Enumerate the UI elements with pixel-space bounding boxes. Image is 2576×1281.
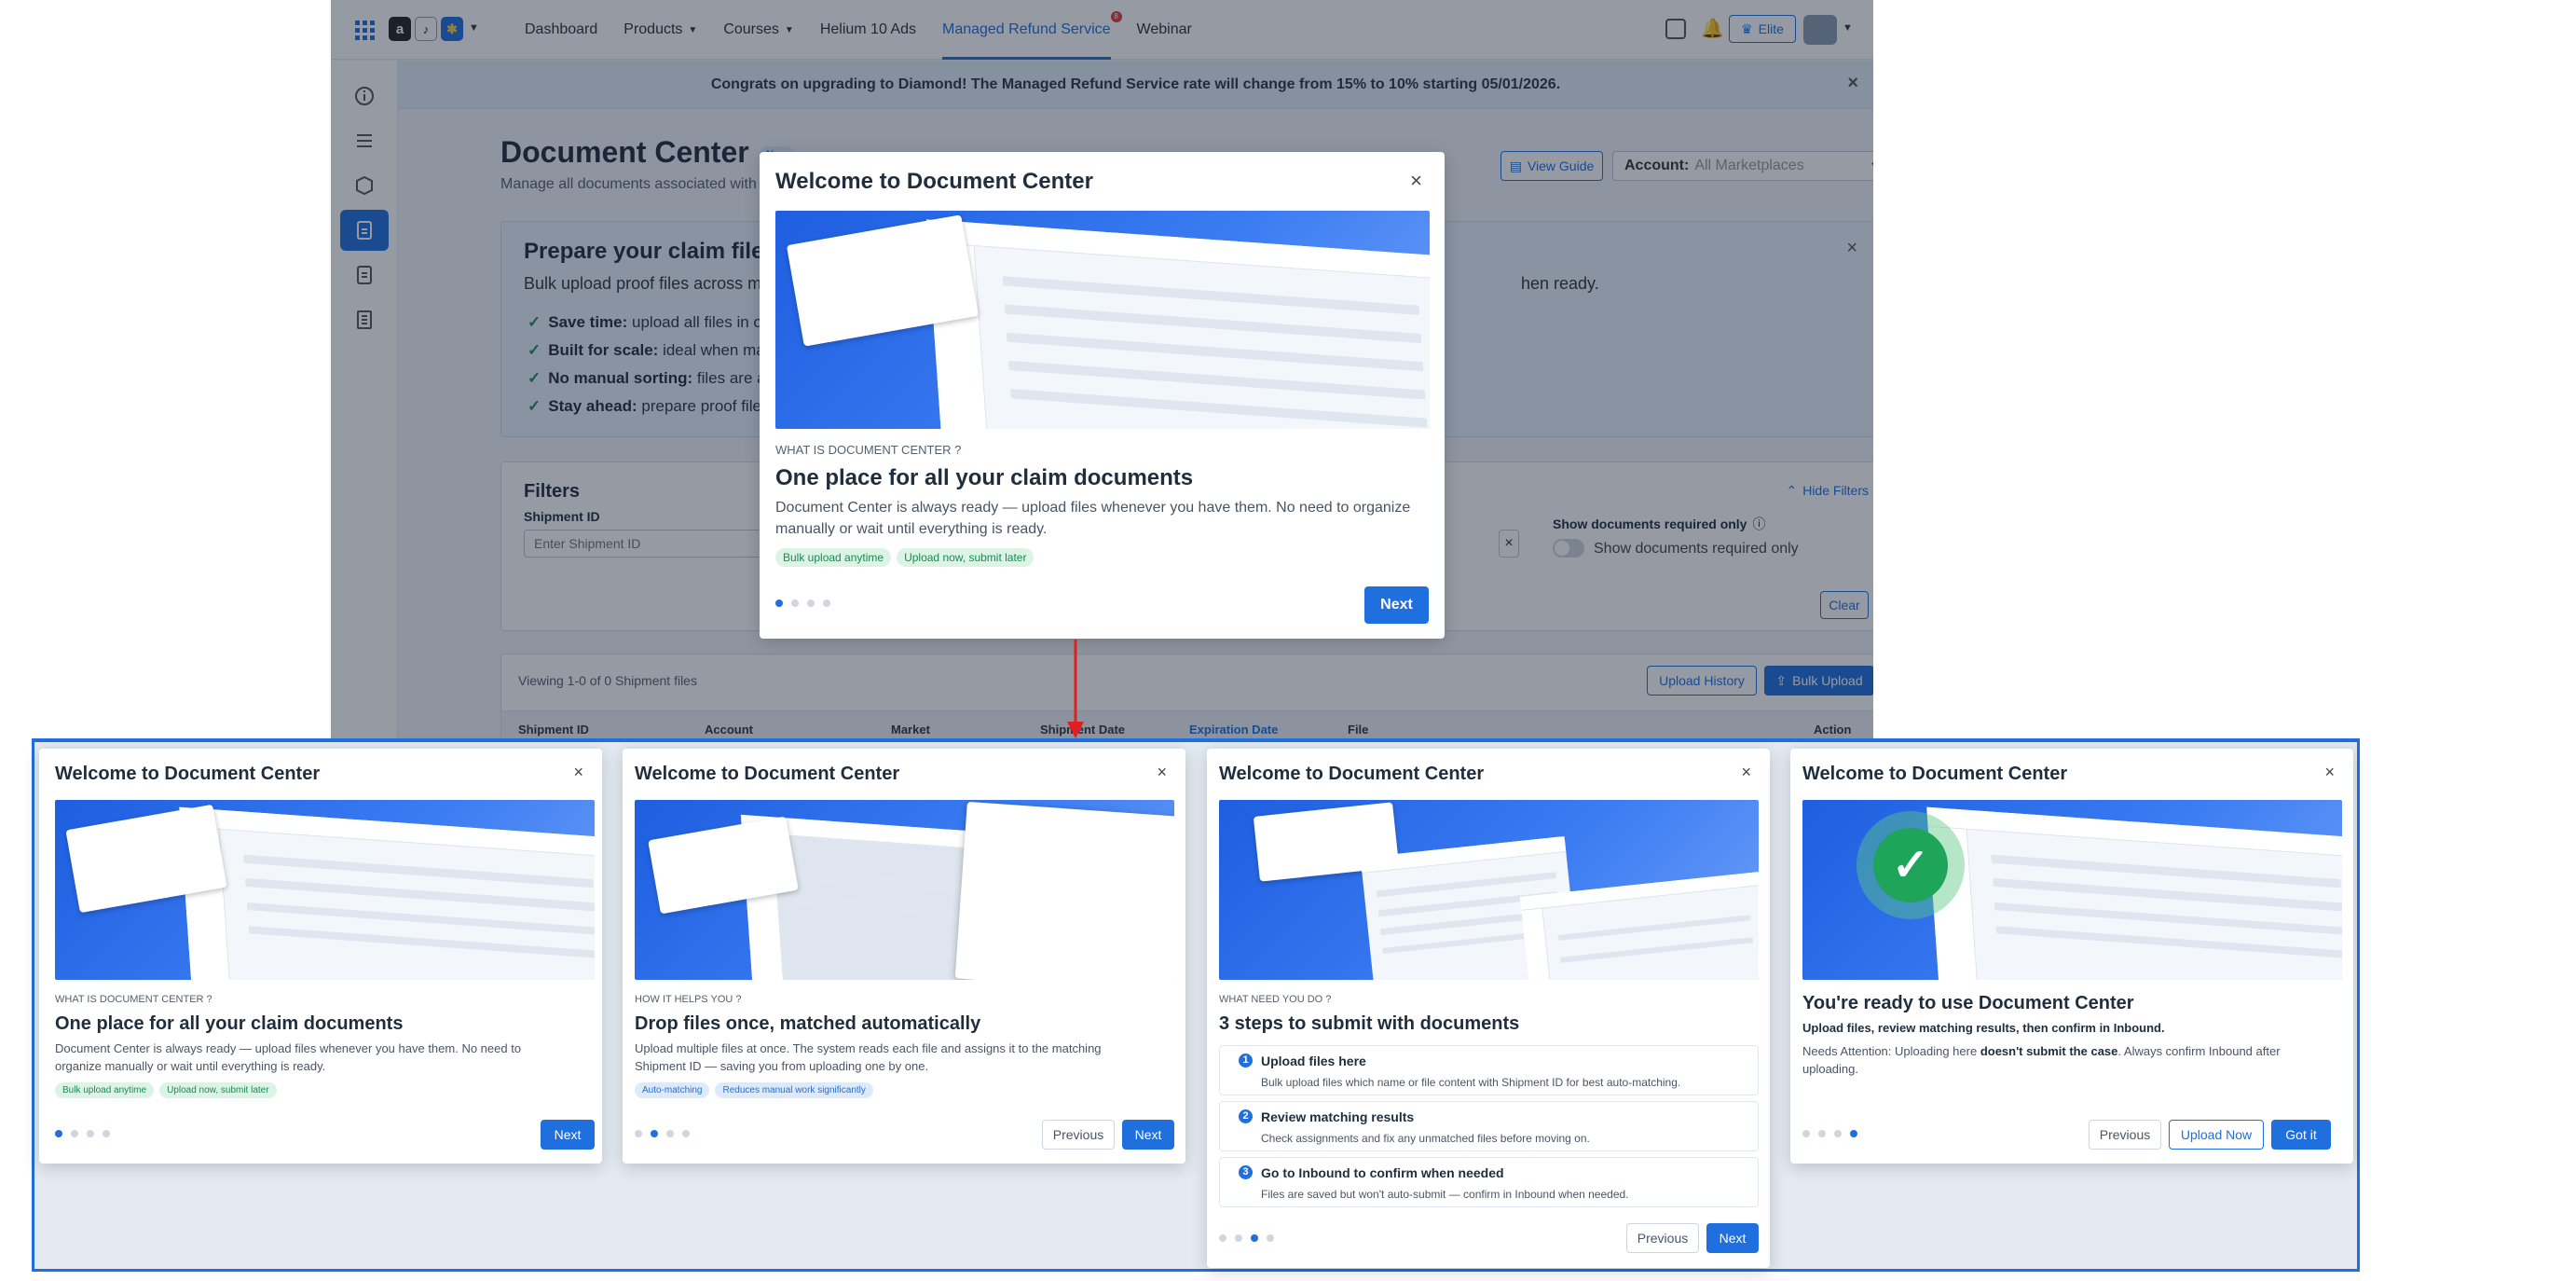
attention-text: Needs Attention: Uploading here xyxy=(1802,1044,1980,1058)
step-desc: Bulk upload files which name or file con… xyxy=(1261,1076,1681,1089)
modal-title: Welcome to Document Center xyxy=(775,169,1093,194)
welcome-modal-step-4: Welcome to Document Center × ✓ You're re… xyxy=(1790,749,2353,1164)
modal-heading: 3 steps to submit with documents xyxy=(1219,1013,1520,1034)
modal-chips: Auto-matching Reduces manual work signifi… xyxy=(635,1082,879,1098)
step-number: 3 xyxy=(1239,1165,1253,1179)
page-dot[interactable] xyxy=(1235,1234,1242,1242)
close-icon[interactable]: × xyxy=(2324,764,2335,780)
page-dot[interactable] xyxy=(55,1130,62,1137)
pagination-dots xyxy=(1219,1234,1282,1242)
modal-title: Welcome to Document Center xyxy=(55,764,321,784)
page-dot[interactable] xyxy=(635,1130,642,1137)
welcome-modal-step-3: Welcome to Document Center × WHAT NEED Y… xyxy=(1207,749,1770,1268)
page-dot[interactable] xyxy=(1850,1130,1857,1137)
page-dot[interactable] xyxy=(87,1130,94,1137)
previous-button[interactable]: Previous xyxy=(2089,1120,2161,1150)
step-desc: Files are saved but won't auto-submit — … xyxy=(1261,1188,1629,1201)
red-arrow-icon xyxy=(1067,640,1084,738)
modal-eyebrow: WHAT IS DOCUMENT CENTER ? xyxy=(775,443,962,457)
page-dot[interactable] xyxy=(775,599,783,607)
step-item: 2 Review matching results Check assignme… xyxy=(1219,1101,1759,1151)
next-button[interactable]: Next xyxy=(1706,1223,1759,1253)
pagination-dots xyxy=(775,599,839,607)
welcome-modal: Welcome to Document Center × WHAT IS DOC… xyxy=(760,152,1445,639)
page-dot[interactable] xyxy=(666,1130,674,1137)
modal-title: Welcome to Document Center xyxy=(1219,764,1485,784)
page-dot[interactable] xyxy=(1267,1234,1274,1242)
page-dot[interactable] xyxy=(1219,1234,1226,1242)
modal-heading: You're ready to use Document Center xyxy=(1802,993,2134,1013)
step-title: Upload files here xyxy=(1261,1054,1366,1068)
pagination-dots xyxy=(635,1130,698,1137)
modal-eyebrow: WHAT NEED YOU DO ? xyxy=(1219,994,1332,1005)
chip-upload-later: Upload now, submit later xyxy=(159,1082,277,1098)
step-desc: Check assignments and fix any unmatched … xyxy=(1261,1132,1590,1145)
modal-title: Welcome to Document Center xyxy=(1802,764,2068,784)
pagination-dots xyxy=(55,1130,118,1137)
pagination-dots xyxy=(1802,1130,1866,1137)
three-steps-illustration xyxy=(1219,800,1759,980)
page-dot[interactable] xyxy=(823,599,830,607)
illustration-screen xyxy=(179,806,595,980)
document-center-illustration xyxy=(55,800,595,980)
page-dot[interactable] xyxy=(1818,1130,1826,1137)
modal-heading: Drop files once, matched automatically xyxy=(635,1013,981,1034)
modal-heading: One place for all your claim documents xyxy=(55,1013,404,1034)
attention-bold: doesn't submit the case xyxy=(1980,1044,2118,1058)
chip-upload-later: Upload now, submit later xyxy=(897,548,1035,567)
modal-body: Needs Attention: Uploading here doesn't … xyxy=(1802,1043,2306,1079)
page-dot[interactable] xyxy=(1834,1130,1842,1137)
modal-chips: Bulk upload anytime Upload now, submit la… xyxy=(55,1082,282,1098)
page-dot[interactable] xyxy=(1251,1234,1258,1242)
walkthrough-steps-strip: Welcome to Document Center × WHAT IS DOC… xyxy=(32,738,2360,1272)
next-button[interactable]: Next xyxy=(1364,586,1429,624)
previous-button[interactable]: Previous xyxy=(1626,1223,1699,1253)
drop-files-illustration xyxy=(635,800,1174,980)
modal-title: Welcome to Document Center xyxy=(635,764,900,784)
modal-eyebrow: HOW IT HELPS YOU ? xyxy=(635,994,742,1005)
page-dot[interactable] xyxy=(682,1130,690,1137)
illustration-screen xyxy=(925,219,1430,429)
success-check-icon: ✓ xyxy=(1857,811,1965,919)
close-icon[interactable]: × xyxy=(1410,171,1422,191)
modal-heading: One place for all your claim documents xyxy=(775,465,1194,490)
modal-body: Document Center is always ready — upload… xyxy=(55,1041,522,1073)
previous-button[interactable]: Previous xyxy=(1042,1120,1115,1150)
chip-bulk-upload: Bulk upload anytime xyxy=(775,548,892,567)
close-icon[interactable]: × xyxy=(573,764,583,780)
step-item: 1 Upload files here Bulk upload files wh… xyxy=(1219,1045,1759,1095)
document-center-illustration xyxy=(775,211,1430,429)
welcome-modal-step-1: Welcome to Document Center × WHAT IS DOC… xyxy=(39,749,602,1164)
chip-bulk-upload: Bulk upload anytime xyxy=(55,1082,155,1098)
modal-bold-line: Upload files, review matching results, t… xyxy=(1802,1021,2165,1035)
ready-illustration: ✓ xyxy=(1802,800,2342,980)
page-dot[interactable] xyxy=(103,1130,110,1137)
upload-now-button[interactable]: Upload Now xyxy=(2169,1120,2264,1150)
close-icon[interactable]: × xyxy=(1157,764,1167,780)
step-item: 3 Go to Inbound to confirm when needed F… xyxy=(1219,1157,1759,1207)
next-button[interactable]: Next xyxy=(1122,1120,1174,1150)
page-dot[interactable] xyxy=(807,599,815,607)
modal-body: Upload multiple files at once. The syste… xyxy=(635,1041,1102,1073)
page-dot[interactable] xyxy=(71,1130,78,1137)
page-dot[interactable] xyxy=(651,1130,658,1137)
modal-eyebrow: WHAT IS DOCUMENT CENTER ? xyxy=(55,994,212,1005)
step-title: Go to Inbound to confirm when needed xyxy=(1261,1165,1504,1180)
page-dot[interactable] xyxy=(791,599,799,607)
illustration-screen xyxy=(1926,806,2342,980)
next-button[interactable]: Next xyxy=(541,1120,595,1150)
chip-reduces-work: Reduces manual work significantly xyxy=(715,1082,873,1098)
close-icon[interactable]: × xyxy=(1741,764,1751,780)
step-title: Review matching results xyxy=(1261,1109,1415,1124)
step-number: 1 xyxy=(1239,1054,1253,1068)
page-dot[interactable] xyxy=(1802,1130,1810,1137)
welcome-modal-step-2: Welcome to Document Center × HOW IT HELP… xyxy=(623,749,1185,1164)
modal-body: Document Center is always ready — upload… xyxy=(775,500,1411,538)
got-it-button[interactable]: Got it xyxy=(2271,1120,2331,1150)
bulk-upload-panel xyxy=(954,801,1174,980)
chip-auto-matching: Auto-matching xyxy=(635,1082,710,1098)
modal-chips: Bulk upload anytime Upload now, submit la… xyxy=(775,548,1039,567)
step-number: 2 xyxy=(1239,1109,1253,1123)
